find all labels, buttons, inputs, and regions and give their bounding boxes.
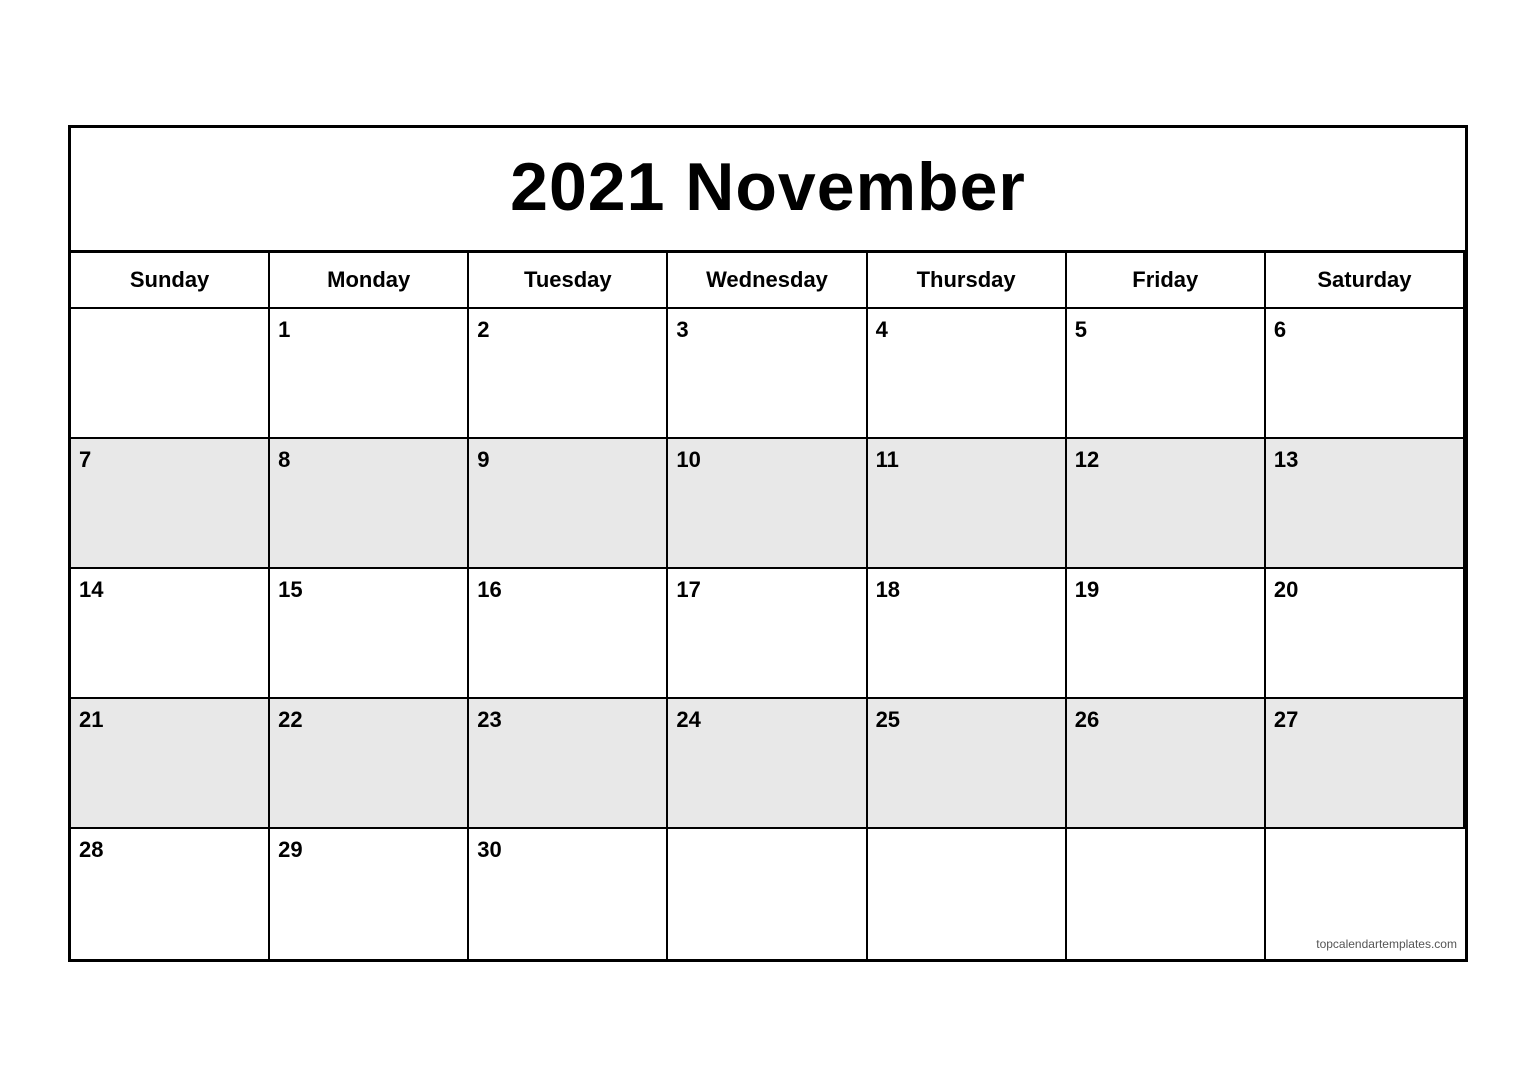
table-row: 19 — [1067, 569, 1266, 699]
header-sunday: Sunday — [71, 253, 270, 309]
header-tuesday: Tuesday — [469, 253, 668, 309]
table-row: 8 — [270, 439, 469, 569]
table-row: 24 — [668, 699, 867, 829]
table-row — [868, 829, 1067, 959]
table-row — [668, 829, 867, 959]
header-saturday: Saturday — [1266, 253, 1465, 309]
table-row: 7 — [71, 439, 270, 569]
calendar-title: 2021 November — [71, 128, 1465, 253]
table-row: 11 — [868, 439, 1067, 569]
table-row: 13 — [1266, 439, 1465, 569]
header-wednesday: Wednesday — [668, 253, 867, 309]
table-row: 30 — [469, 829, 668, 959]
calendar: 2021 November Sunday Monday Tuesday Wedn… — [68, 125, 1468, 962]
table-row: 5 — [1067, 309, 1266, 439]
table-row: 15 — [270, 569, 469, 699]
table-row: 6 — [1266, 309, 1465, 439]
table-row: 1 — [270, 309, 469, 439]
table-row: 16 — [469, 569, 668, 699]
table-row: 12 — [1067, 439, 1266, 569]
table-row — [71, 309, 270, 439]
table-row: 4 — [868, 309, 1067, 439]
table-row: 14 — [71, 569, 270, 699]
table-row: 28 — [71, 829, 270, 959]
header-friday: Friday — [1067, 253, 1266, 309]
calendar-grid: Sunday Monday Tuesday Wednesday Thursday… — [71, 253, 1465, 959]
table-row: 20 — [1266, 569, 1465, 699]
table-row: 27 — [1266, 699, 1465, 829]
table-row: 21 — [71, 699, 270, 829]
table-row: 18 — [868, 569, 1067, 699]
table-row: 22 — [270, 699, 469, 829]
table-row: 23 — [469, 699, 668, 829]
table-row: 9 — [469, 439, 668, 569]
table-row: 26 — [1067, 699, 1266, 829]
table-row: 10 — [668, 439, 867, 569]
header-thursday: Thursday — [868, 253, 1067, 309]
table-row: 25 — [868, 699, 1067, 829]
table-row: 29 — [270, 829, 469, 959]
table-row: 17 — [668, 569, 867, 699]
watermark: topcalendartemplates.com — [1316, 937, 1457, 951]
table-row: 3 — [668, 309, 867, 439]
table-row: topcalendartemplates.com — [1266, 829, 1465, 959]
table-row: 2 — [469, 309, 668, 439]
header-monday: Monday — [270, 253, 469, 309]
table-row — [1067, 829, 1266, 959]
